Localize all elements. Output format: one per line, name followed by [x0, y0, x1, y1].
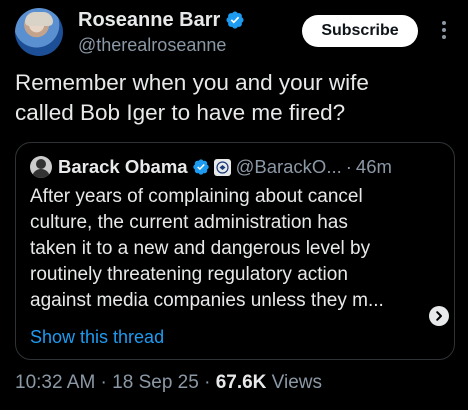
quoted-line: culture, the current administration has: [30, 212, 348, 233]
more-dot: [442, 21, 446, 25]
meta-separator: ·: [95, 372, 113, 393]
quoted-line: taken it to a new and dangerous level by: [30, 238, 371, 259]
more-options-icon[interactable]: [432, 16, 456, 44]
seal-icon: [215, 160, 229, 174]
more-dot: [442, 28, 446, 32]
views-count[interactable]: 67.6K: [216, 372, 267, 393]
quoted-line: After years of complaining about cancel: [30, 186, 363, 207]
verified-badge-icon: [192, 159, 209, 175]
quoted-line: routinely threatening regulatory action: [30, 264, 348, 285]
quoted-author-avatar[interactable]: [30, 156, 52, 178]
show-thread-link[interactable]: Show this thread: [30, 325, 164, 349]
tweet-line: Remember when you and your wife: [15, 70, 369, 95]
post-time[interactable]: 10:32 AM: [15, 372, 95, 393]
author-display-name[interactable]: Roseanne Barr: [78, 9, 220, 31]
chevron-right-glyph: [436, 311, 442, 321]
separator-dot: ·: [345, 156, 352, 177]
verified-badge-icon: [226, 11, 244, 29]
subscribe-button[interactable]: Subscribe: [302, 15, 418, 47]
quoted-author-handle[interactable]: @BarackO...: [236, 156, 342, 178]
government-affiliation-icon: [213, 158, 231, 176]
author-handle[interactable]: @therealroseanne: [78, 34, 226, 56]
tweet-meta: 10:32 AM · 18 Sep 25 · 67.6K Views: [15, 370, 322, 396]
author-avatar[interactable]: [15, 8, 63, 56]
tweet-header: Roseanne Barr @therealroseanne Subscribe: [0, 0, 468, 70]
views-label: Views: [266, 372, 323, 393]
tweet-line: called Bob Iger to have me fired?: [15, 100, 346, 125]
post-date[interactable]: 18 Sep 25: [112, 372, 199, 393]
quoted-line: against media companies unless they m...: [30, 290, 384, 311]
meta-separator: ·: [198, 372, 216, 393]
quoted-timestamp[interactable]: 46m: [356, 156, 392, 178]
quoted-author-row: Barack Obama @BarackO... · 46m: [30, 155, 392, 179]
more-dot: [442, 35, 446, 39]
quoted-tweet-card[interactable]: Barack Obama @BarackO... · 46m After yea…: [15, 142, 455, 360]
quoted-tweet-body: After years of complaining about cancel …: [30, 184, 440, 314]
quoted-author-name[interactable]: Barack Obama: [58, 156, 188, 178]
chevron-right-icon[interactable]: [429, 306, 449, 326]
author-name-row: Roseanne Barr: [78, 9, 245, 31]
tweet-body: Remember when you and your wife called B…: [15, 68, 455, 128]
